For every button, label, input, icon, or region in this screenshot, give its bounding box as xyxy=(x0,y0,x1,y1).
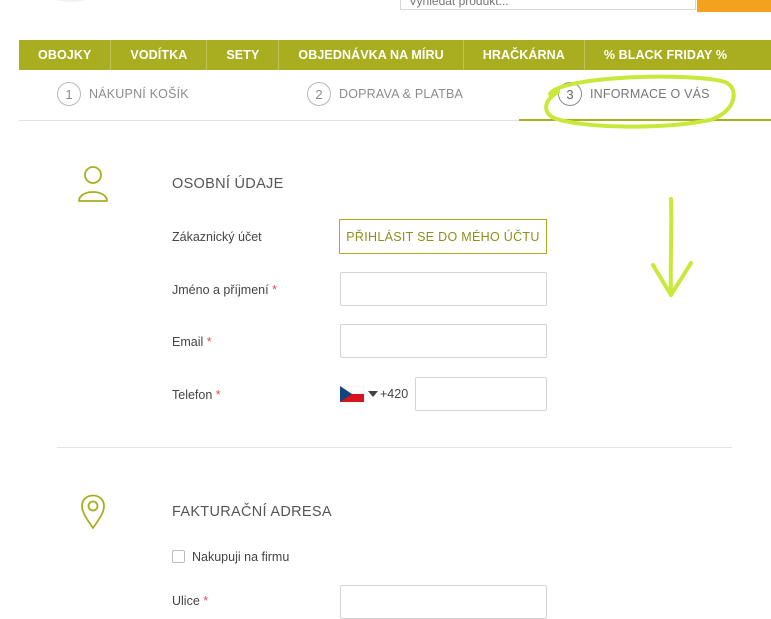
phone-field[interactable] xyxy=(415,377,547,411)
phone-country-select[interactable]: +420 xyxy=(340,386,408,402)
company-checkbox[interactable] xyxy=(172,550,185,563)
street-label: Ulice * xyxy=(172,594,208,608)
section-title-billing: FAKTURAČNÍ ADRESA xyxy=(172,504,332,520)
search-button[interactable] xyxy=(697,0,771,12)
step-number: 2 xyxy=(307,82,331,106)
step-cart[interactable]: 1 NÁKUPNÍ KOŠÍK xyxy=(57,82,189,106)
customer-account-label: Zákaznický účet xyxy=(172,230,262,244)
required-mark: * xyxy=(206,335,212,349)
chevron-down-icon xyxy=(368,391,378,397)
name-label-text: Jméno a příjmení xyxy=(172,283,269,297)
email-label-text: Email xyxy=(172,335,204,349)
nav-item-obojky[interactable]: OBOJKY xyxy=(19,40,112,70)
section-title-personal: OSOBNÍ ÚDAJE xyxy=(172,176,284,192)
phone-label-text: Telefon xyxy=(172,388,213,402)
phone-label: Telefon * xyxy=(172,388,221,402)
nav-item-voditka[interactable]: VODÍTKA xyxy=(111,40,208,70)
step-shipping-payment[interactable]: 2 DOPRAVA & PLATBA xyxy=(307,82,463,106)
step-label: NÁKUPNÍ KOŠÍK xyxy=(89,87,189,101)
login-button[interactable]: PŘIHLÁSIT SE DO MÉHO ÚČTU xyxy=(339,219,547,254)
name-field[interactable] xyxy=(340,272,547,306)
required-mark: * xyxy=(272,283,277,297)
czech-flag-icon xyxy=(340,386,364,402)
main-nav: OBOJKY VODÍTKA SETY OBJEDNÁVKA NA MÍRU H… xyxy=(19,40,771,70)
company-checkbox-label[interactable]: Nakupuji na firmu xyxy=(192,550,289,564)
nav-item-black-friday[interactable]: % BLACK FRIDAY % xyxy=(585,40,746,70)
nav-item-hrackarna[interactable]: HRAČKÁRNA xyxy=(464,40,585,70)
required-mark: * xyxy=(215,388,221,402)
search-input[interactable] xyxy=(400,0,696,10)
step-label: DOPRAVA & PLATBA xyxy=(339,87,464,101)
email-label: Email * xyxy=(172,335,212,349)
email-field[interactable] xyxy=(340,324,547,358)
street-label-text: Ulice xyxy=(172,594,200,608)
annotation-arrow-down-icon xyxy=(651,197,693,297)
phone-prefix: +420 xyxy=(380,387,409,401)
annotation-oval xyxy=(544,74,736,129)
location-pin-icon xyxy=(80,494,106,535)
nav-item-objednavka-na-miru[interactable]: OBJEDNÁVKA NA MÍRU xyxy=(279,40,464,70)
required-mark: * xyxy=(203,594,209,608)
step-number: 1 xyxy=(57,82,81,106)
search-bar xyxy=(400,0,771,12)
site-logo[interactable] xyxy=(36,0,106,14)
nav-item-sety[interactable]: SETY xyxy=(207,40,280,70)
name-label: Jméno a příjmení * xyxy=(172,283,277,297)
street-field[interactable] xyxy=(340,585,547,619)
user-icon xyxy=(77,165,109,208)
section-divider xyxy=(57,447,732,448)
